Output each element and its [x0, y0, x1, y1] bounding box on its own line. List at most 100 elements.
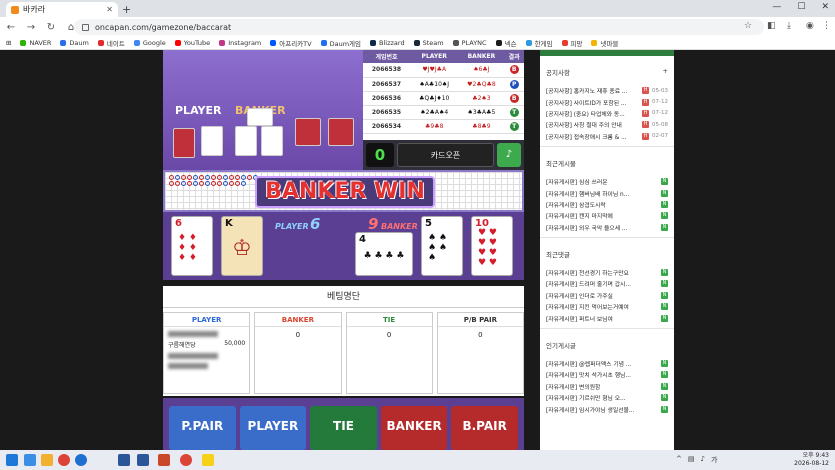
bookmark-item[interactable]: PLAYNC [452, 39, 487, 47]
apps-icon[interactable]: ⊞ [6, 39, 11, 47]
post-item[interactable]: [자유게시판] 캔지 마지막에 N [546, 210, 668, 221]
notice-item[interactable]: [공지사항] 접속장애시 크롬 & ... H 02-07 [546, 131, 668, 142]
app-icon[interactable] [158, 454, 170, 466]
site-favicon-icon [11, 5, 19, 14]
reload-icon[interactable]: ↻ [46, 22, 56, 33]
word-icon[interactable] [137, 454, 149, 466]
table-card [173, 128, 195, 158]
recent-posts-section: 최근게시물 [자유게시판] 심심 쓰러운 N [자유게시판] 햄버님배 하이님 n… [540, 147, 674, 238]
bookmark-item[interactable]: 피망 [561, 38, 582, 48]
banker-card: 10 ♥ ♥ ♥ ♥ ♥ ♥ ♥ ♥ [471, 216, 513, 276]
bookmark-item[interactable]: Steam [413, 39, 444, 47]
bookmark-item[interactable]: Daum [60, 39, 89, 47]
card-reveal-area: 6 ♦ ♦ ♦ ♦ ♦ ♦ K ♔ PLAYER 6 9 BANKER 4 ♣ … [163, 212, 524, 280]
hangame-icon [525, 40, 532, 46]
bookmark-item[interactable]: 한게임 [525, 38, 553, 48]
bead-road-board: BANKER WIN [163, 170, 524, 212]
bookmark-item[interactable]: Google [133, 39, 166, 47]
new-tab-button[interactable]: + [122, 3, 131, 16]
bookmark-item[interactable]: 넷마블 [591, 38, 618, 48]
bookmark-item[interactable]: 넥슨 [495, 38, 517, 48]
notice-item[interactable]: [공지사항] 사이트ID가 포함된 ... H 07-12 [546, 96, 668, 107]
language-icon[interactable]: 가 [711, 455, 717, 465]
comment-item[interactable]: [자유게시판] 퍼트너 보님여 N [546, 312, 668, 323]
more-icon[interactable]: + [663, 67, 668, 77]
banker-score-label: BANKER [381, 222, 418, 231]
bet-banker-button[interactable]: BANKER [380, 406, 448, 450]
tray-arrow-icon[interactable]: ^ [676, 455, 682, 465]
comment-item[interactable]: [자유게시판] 인더로 가주실 N [546, 290, 668, 301]
network-icon[interactable]: ▤ [688, 455, 695, 465]
bookmark-item[interactable]: Daum게임 [320, 38, 361, 48]
maximize-icon[interactable]: ☐ [797, 2, 805, 12]
table-card [235, 126, 257, 156]
bookmark-star-icon[interactable]: ☆ [744, 21, 752, 31]
address-bar[interactable]: oncapan.com/gamezone/baccarat [74, 19, 764, 35]
comment-item[interactable]: [자유게시판] 지킨 먹어보는거예여 N [546, 301, 668, 312]
task-view-icon[interactable] [24, 454, 36, 466]
kakaotalk-icon[interactable] [202, 454, 214, 466]
history-header: 결과 [504, 50, 524, 63]
bookmark-item[interactable]: NAVER [20, 39, 51, 47]
bet-tie-button[interactable]: TIE [310, 406, 377, 450]
comment-item[interactable]: [자유게시판] 드려머 줄기며 갑시... N [546, 278, 668, 289]
card-open-button[interactable]: 카드오픈 [397, 143, 494, 167]
countdown-display: 0 [366, 143, 394, 167]
browser-tab[interactable]: 바카라 ✕ [6, 2, 118, 17]
windows-start-icon[interactable] [6, 454, 18, 466]
post-item[interactable]: [자유게시판] 심심 쓰러운 N [546, 176, 668, 187]
chrome-icon[interactable] [58, 454, 70, 466]
extensions-icon[interactable]: ◧ [767, 21, 776, 31]
banker-card: 5 ♠ ♠ ♠ ♠ ♠ [421, 216, 463, 276]
site-info-icon[interactable] [82, 23, 89, 31]
netmarble-icon [591, 40, 598, 46]
menu-icon[interactable]: ⋮ [822, 21, 831, 31]
sound-toggle-icon[interactable]: ♪ [497, 143, 521, 167]
file-explorer-icon[interactable] [41, 454, 53, 466]
popular-item[interactable]: [자유게시판] 변의원함 N [546, 381, 668, 392]
bookmark-item[interactable]: Instagram [219, 39, 261, 47]
daumgame-icon [320, 40, 327, 46]
bookmark-item[interactable]: 아프리카TV [270, 38, 312, 48]
steam-icon [413, 40, 420, 46]
player-score: 6 [310, 215, 321, 233]
app-icon[interactable] [118, 454, 130, 466]
profile-icon[interactable]: ◉ [806, 21, 814, 31]
baccarat-game-panel: PLAYER BANKER 게임번호 PLAYER BANKER 결과 [163, 50, 524, 170]
bet-player-button[interactable]: PLAYER [239, 406, 307, 450]
edge-icon[interactable] [75, 454, 87, 466]
bookmarks-bar: ⊞ NAVER Daum 네이트 Google YouTube Instagra… [0, 37, 835, 50]
bet-bpair-button[interactable]: B.PAIR [451, 406, 518, 450]
notice-item[interactable]: [공지사항] (중요) 타업체와 동... H 07-12 [546, 108, 668, 119]
bookmark-item[interactable]: 네이트 [97, 38, 125, 48]
history-row: 2066534 ♣9♣8 ♣8♣9 T [363, 119, 524, 134]
clock[interactable]: 오후 9:43 2026-08-12 [794, 452, 829, 468]
bet-ppair-button[interactable]: P.PAIR [169, 406, 236, 450]
window-controls: — ☐ ✕ [772, 2, 829, 12]
post-item[interactable]: [자유게시판] 삼겹도시락 N [546, 199, 668, 210]
youtube-icon [174, 40, 181, 46]
post-item[interactable]: [자유게시판] 햄버님배 하이님 n... N [546, 187, 668, 198]
url-text: oncapan.com/gamezone/baccarat [95, 22, 232, 32]
forward-icon[interactable]: → [26, 22, 36, 33]
popular-item[interactable]: [자유게시판] 기르쉬만 형님 오... N [546, 392, 668, 403]
section-title: 인기게시글 [546, 341, 576, 350]
minimize-icon[interactable]: — [772, 2, 781, 12]
notice-item[interactable]: [공지사항] 사칭 절대 주의 안내 H 05-08 [546, 119, 668, 130]
bookmark-item[interactable]: Blizzard [370, 39, 405, 47]
close-tab-icon[interactable]: ✕ [106, 5, 113, 14]
back-icon[interactable]: ← [6, 22, 16, 33]
post-item[interactable]: [자유게시판] 외우 국악 을으세 ... N [546, 222, 668, 233]
notice-item[interactable]: [공지사항] 홈카지노 재휴 종료 ... H 05-03 [546, 85, 668, 96]
popular-item[interactable]: [자유게시판] @렙퍼더맥스 기념 ... N [546, 358, 668, 369]
page-content: PLAYER BANKER 게임번호 PLAYER BANKER 결과 [0, 50, 835, 450]
game-history-table: 게임번호 PLAYER BANKER 결과 2066538 ♥J♥J♣A ♠6♣… [363, 50, 524, 140]
downloads-icon[interactable]: ⤓ [787, 21, 791, 31]
volume-icon[interactable]: ♪ [701, 455, 705, 465]
close-window-icon[interactable]: ✕ [821, 2, 829, 12]
comment-item[interactable]: [자유게시판] 천선경기 하는구만요 N [546, 267, 668, 278]
bookmark-item[interactable]: YouTube [174, 39, 210, 47]
chrome-active-icon[interactable] [180, 454, 192, 466]
popular-item[interactable]: [자유게시판] 맛치 석가시초 행님... N [546, 369, 668, 380]
popular-item[interactable]: [자유게시판] 임시가야님 생일선물... N [546, 403, 668, 414]
